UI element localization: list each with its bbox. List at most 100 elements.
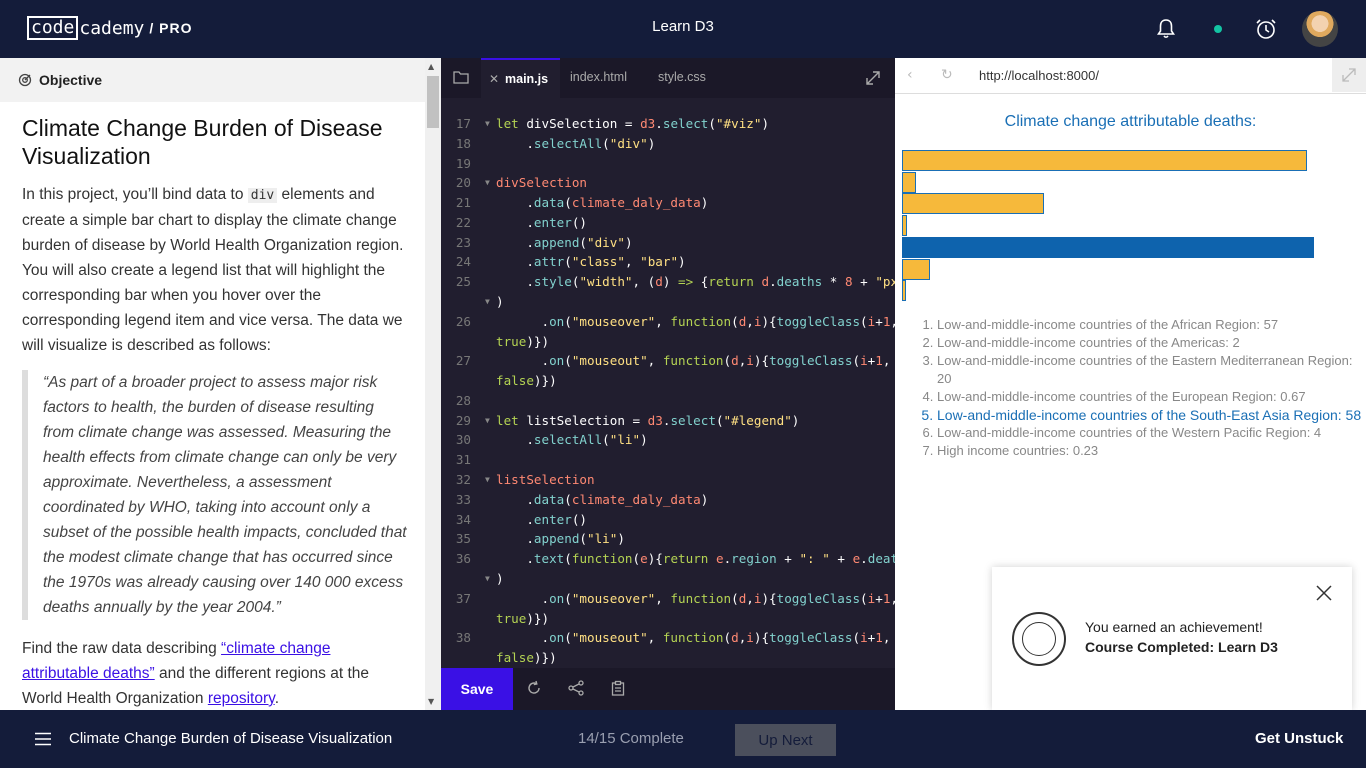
scroll-down-icon[interactable]: ▼: [428, 697, 434, 706]
legend-item[interactable]: Low-and-middle-income countries of the E…: [937, 388, 1362, 406]
code-line: listSelection: [496, 472, 595, 487]
top-bar: code cademy / PRO Learn D3: [0, 0, 1366, 58]
code-line: .on("mouseout", function(d,i){toggleClas…: [496, 630, 891, 645]
bell-icon[interactable]: [1154, 17, 1178, 41]
tab-main-js[interactable]: ✕ main.js: [481, 58, 561, 98]
code-line: false)}): [496, 373, 557, 388]
legend-item[interactable]: Low-and-middle-income countries of the W…: [937, 424, 1362, 442]
code-line: divSelection: [496, 175, 587, 190]
line-number: 29: [455, 413, 471, 428]
target-icon: [18, 73, 32, 87]
code-line: .selectAll("div"): [496, 136, 656, 151]
viz-title: Climate change attributable deaths:: [1004, 113, 1257, 130]
intro-text: In this project, you’ll bind data to: [22, 186, 248, 203]
legend-item[interactable]: High income countries: 0.23: [937, 442, 1362, 460]
tab-style-css[interactable]: style.css: [658, 58, 706, 98]
line-number: 17: [455, 116, 471, 131]
fold-arrow-icon[interactable]: ▼: [485, 119, 490, 128]
chart-bar[interactable]: [902, 236, 1314, 258]
line-number: 31: [455, 452, 471, 467]
legend-item[interactable]: Low-and-middle-income countries of the S…: [937, 406, 1362, 424]
tab-index-html[interactable]: index.html: [570, 58, 627, 98]
fold-arrow-icon[interactable]: ▼: [485, 178, 490, 187]
close-icon[interactable]: [1316, 585, 1332, 601]
up-next-button[interactable]: Up Next: [735, 724, 836, 756]
instructions-panel: Objective Climate Change Burden of Disea…: [0, 58, 441, 710]
code-line: let divSelection = d3.select("#viz"): [496, 116, 770, 131]
lesson-heading: Climate Change Burden of Disease Visuali…: [22, 115, 383, 169]
legend-item[interactable]: Low-and-middle-income countries of the A…: [937, 316, 1362, 334]
lesson-title[interactable]: Climate Change Burden of Disease Visuali…: [69, 730, 392, 747]
toast-achievement: Course Completed: Learn D3: [1085, 639, 1278, 655]
chart-bar[interactable]: [902, 258, 931, 280]
alarm-clock-icon[interactable]: [1254, 17, 1278, 41]
back-icon[interactable]: ‹: [907, 67, 913, 83]
close-icon[interactable]: ✕: [489, 60, 499, 98]
fold-arrow-icon[interactable]: ▼: [485, 475, 490, 484]
logo-box-text: code: [27, 16, 79, 40]
clipboard-icon[interactable]: [610, 680, 626, 696]
instructions-content: Climate Change Burden of Disease Visuali…: [22, 114, 407, 710]
code-line: .on("mouseout", function(d,i){toggleClas…: [496, 353, 891, 368]
objective-label: Objective: [39, 72, 103, 88]
legend-item[interactable]: Low-and-middle-income countries of the A…: [937, 334, 1362, 352]
scroll-up-icon[interactable]: ▲: [428, 62, 434, 71]
share-icon[interactable]: [568, 680, 584, 696]
line-number: 24: [455, 254, 471, 269]
expand-icon: [866, 71, 880, 85]
find-paragraph: Find the raw data describing “climate ch…: [22, 636, 407, 710]
chart-bar[interactable]: [902, 171, 917, 193]
progress-text: 14/15 Complete: [578, 730, 684, 747]
code-line: .enter(): [496, 512, 588, 527]
line-number: 18: [455, 136, 471, 151]
menu-icon[interactable]: [35, 732, 51, 746]
line-number: 28: [455, 393, 471, 408]
reload-icon[interactable]: ↻: [941, 67, 953, 83]
url-input[interactable]: [967, 58, 1332, 92]
code-line: .text(function(e){return e.region + ": "…: [496, 551, 921, 566]
line-number: 36: [455, 551, 471, 566]
refresh-icon[interactable]: [526, 680, 542, 696]
code-line: .selectAll("li"): [496, 432, 648, 447]
legend-list: Low-and-middle-income countries of the A…: [937, 316, 1362, 460]
code-line: .data(climate_daly_data): [496, 492, 709, 507]
get-unstuck-button[interactable]: Get Unstuck: [1255, 730, 1343, 747]
legend-item[interactable]: Low-and-middle-income countries of the E…: [937, 352, 1362, 388]
fold-arrow-icon[interactable]: ▼: [485, 416, 490, 425]
repository-link[interactable]: repository: [208, 690, 275, 707]
avatar[interactable]: [1302, 11, 1338, 47]
expand-editor-button[interactable]: [851, 58, 895, 98]
scrollbar[interactable]: ▲ ▼: [425, 58, 441, 710]
chart-bar[interactable]: [902, 280, 906, 302]
line-number: 25: [455, 274, 471, 289]
chart-bar[interactable]: [902, 150, 1307, 171]
expand-browser-button[interactable]: [1332, 58, 1366, 92]
code-line: .append("div"): [496, 235, 633, 250]
editor-bottom-bar: Save: [441, 668, 895, 710]
line-number: 22: [455, 215, 471, 230]
code-line: true)}): [496, 334, 550, 349]
line-number: 32: [455, 472, 471, 487]
chart-bar[interactable]: [902, 215, 907, 237]
status-dot-icon: [1214, 25, 1222, 33]
inline-code: div: [247, 188, 278, 203]
scrollbar-thumb[interactable]: [427, 76, 439, 128]
line-number: 37: [455, 591, 471, 606]
line-number: 34: [455, 512, 471, 527]
objective-header: Objective: [0, 58, 425, 102]
line-number: 21: [455, 195, 471, 210]
code-line: .data(climate_daly_data): [496, 195, 709, 210]
line-number: 27: [455, 353, 471, 368]
save-button[interactable]: Save: [441, 668, 513, 710]
fold-arrow-icon[interactable]: ▼: [485, 574, 490, 583]
code-line: .on("mouseover", function(d,i){toggleCla…: [496, 314, 898, 329]
code-line: true)}): [496, 611, 550, 626]
folder-icon[interactable]: [453, 70, 469, 84]
codecademy-logo[interactable]: code cademy / PRO: [27, 15, 193, 41]
line-number: 20: [455, 175, 471, 190]
chart-bar[interactable]: [902, 193, 1044, 215]
find-text-end: .: [274, 690, 280, 707]
code-line: .enter(): [496, 215, 588, 230]
fold-arrow-icon[interactable]: ▼: [485, 297, 490, 306]
code-line: .on("mouseover", function(d,i){toggleCla…: [496, 591, 898, 606]
